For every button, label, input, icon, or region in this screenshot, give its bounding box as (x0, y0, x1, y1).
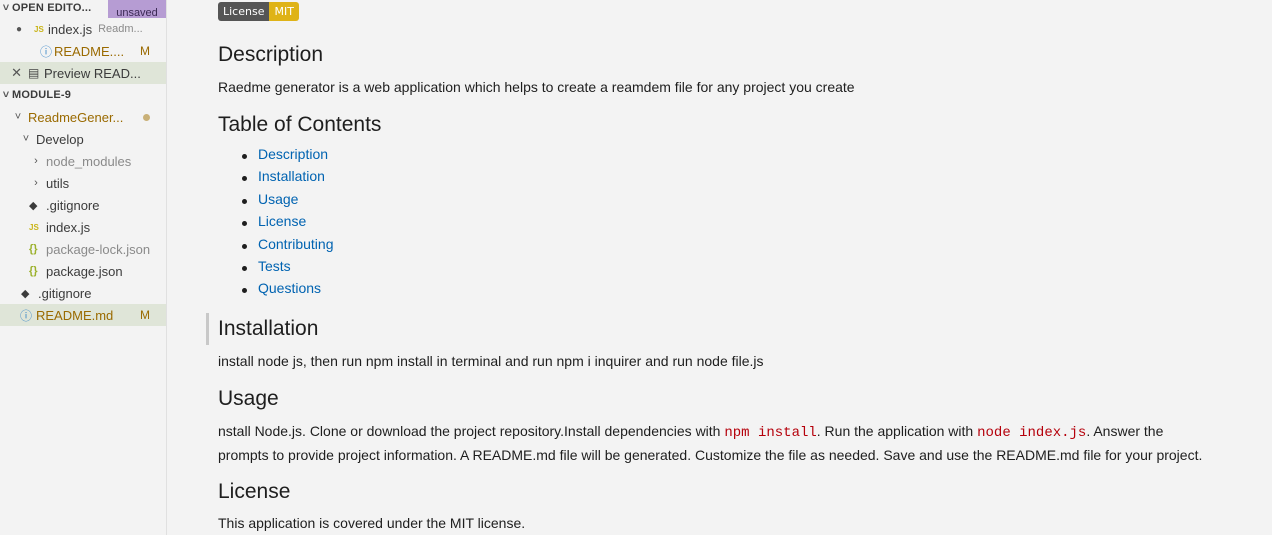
workspace-header[interactable]: ˅ MODULE-9 (0, 84, 166, 106)
tree-file-gitignore[interactable]: ◆ .gitignore (0, 194, 166, 216)
toc-link-contributing[interactable]: Contributing (240, 236, 334, 258)
tree-item-label: .gitignore (38, 285, 92, 301)
unsaved-badge: unsaved (108, 0, 166, 18)
open-editor-name: index.js (48, 21, 93, 37)
usage-text-part: . Answer the (1086, 423, 1164, 439)
description-heading: Description (218, 43, 324, 66)
chevron-right-icon: › (34, 177, 38, 189)
json-file-icon: {} (29, 243, 38, 255)
open-editor-desc: Readm... (98, 23, 143, 35)
tree-folder-develop[interactable]: ˅ Develop (0, 128, 166, 150)
open-editor-name: Preview READ... (44, 65, 141, 81)
inline-code: node index.js (977, 425, 1087, 441)
toc-link-questions[interactable]: Questions (240, 280, 334, 302)
git-icon: ◆ (21, 287, 30, 300)
open-editors-label: OPEN EDITO... (12, 2, 92, 14)
chevron-down-icon: ˅ (2, 89, 10, 101)
toc-link-usage[interactable]: Usage (240, 191, 334, 213)
tree-folder-utils[interactable]: › utils (0, 172, 166, 194)
tree-item-label: README.md (36, 307, 114, 323)
description-text: Raedme generator is a web application wh… (218, 79, 855, 95)
open-editor-name: README.... (54, 43, 125, 59)
tree-item-label: node_modules (46, 153, 132, 169)
open-editor-index-js[interactable]: ● JS index.js Readm... (0, 18, 166, 40)
tree-item-label: utils (46, 175, 70, 191)
toc-link-description[interactable]: Description (240, 146, 334, 168)
json-file-icon: {} (29, 265, 38, 277)
tree-file-root-gitignore[interactable]: ◆ .gitignore (0, 282, 166, 304)
license-text: This application is covered under the MI… (218, 515, 526, 531)
chevron-right-icon: › (34, 155, 38, 167)
usage-text-part: prompts to provide project information. … (218, 447, 1203, 463)
toc-list: Description Installation Usage License C… (240, 146, 334, 303)
preview-icon: ▤ (28, 66, 40, 80)
tree-file-index-js[interactable]: JS index.js (0, 216, 166, 238)
git-icon: ◆ (29, 199, 38, 212)
toc-link-tests[interactable]: Tests (240, 258, 334, 280)
installation-heading: Installation (218, 317, 319, 340)
installation-text: install node js, then run npm install in… (218, 353, 764, 369)
chevron-down-icon: ˅ (22, 133, 30, 145)
tree-item-label: .gitignore (46, 197, 100, 213)
toc-link-installation[interactable]: Installation (240, 168, 334, 190)
tree-item-label: Develop (36, 131, 84, 147)
tree-file-readme[interactable]: ⓘ README.md M (0, 304, 166, 326)
modified-badge: M (140, 308, 150, 322)
license-badge-value: MIT (269, 2, 299, 21)
license-heading: License (218, 480, 291, 503)
tree-item-label: package.json (46, 263, 123, 279)
tree-folder-readmegenerator[interactable]: ˅ ReadmeGener... (0, 106, 166, 128)
chevron-down-icon: ˅ (14, 111, 22, 123)
license-badge: License MIT (218, 2, 299, 21)
info-icon: ⓘ (20, 308, 33, 323)
tree-file-package-json[interactable]: {} package.json (0, 260, 166, 282)
tree-item-label: ReadmeGener... (28, 109, 124, 125)
close-icon[interactable]: ✕ (0, 65, 22, 81)
js-file-icon: JS (34, 24, 44, 34)
toc-link-license[interactable]: License (240, 213, 334, 235)
dirty-dot-icon[interactable]: ● (0, 24, 22, 35)
chevron-down-icon: ˅ (2, 2, 10, 14)
modified-badge: M (140, 44, 150, 58)
workspace-label: MODULE-9 (12, 89, 72, 101)
license-badge-label: License (218, 2, 270, 21)
usage-text: nstall Node.js. Clone or download the pr… (218, 420, 1258, 466)
scroll-sync-indicator (206, 313, 209, 345)
js-file-icon: JS (29, 222, 39, 232)
explorer-sidebar: ˅ OPEN EDITO... unsaved ● JS index.js Re… (0, 0, 167, 535)
modified-dot-icon (143, 114, 150, 121)
tree-folder-node-modules[interactable]: › node_modules (0, 150, 166, 172)
usage-text-part: . Run the application with (816, 423, 978, 439)
open-editor-preview-readme[interactable]: ✕ ▤ Preview READ... (0, 62, 166, 84)
inline-code: npm install (724, 425, 817, 441)
tree-item-label: package-lock.json (46, 241, 151, 257)
tree-item-label: index.js (46, 219, 91, 235)
open-editor-readme[interactable]: ⓘ README.... M (0, 40, 166, 62)
usage-heading: Usage (218, 387, 279, 410)
toc-heading: Table of Contents (218, 113, 382, 136)
usage-text-part: nstall Node.js. Clone or download the pr… (218, 423, 725, 439)
info-icon: ⓘ (40, 44, 53, 59)
tree-file-package-lock[interactable]: {} package-lock.json (0, 238, 166, 260)
